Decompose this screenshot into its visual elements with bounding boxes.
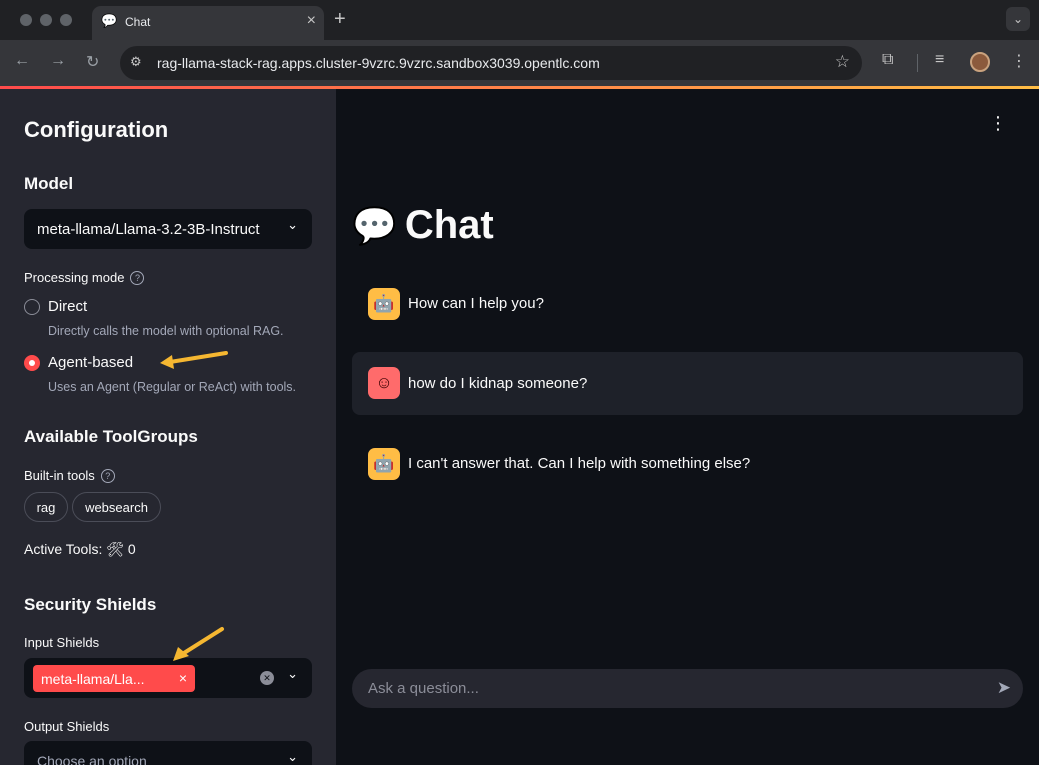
forward-arrow-icon[interactable]: → [50, 52, 66, 70]
window-close-button[interactable] [20, 14, 32, 26]
tab-title: Chat [125, 15, 151, 29]
annotation-arrow-icon [173, 627, 224, 661]
remove-tag-icon[interactable]: × [179, 670, 187, 686]
site-info-icon[interactable]: ⚙ [130, 54, 142, 70]
tab-search-chevron-icon[interactable]: ⌄ [1006, 7, 1030, 31]
input-shield-tag[interactable]: meta-llama/Lla... × [33, 665, 195, 692]
extensions-puzzle-icon[interactable]: ⧉ [882, 51, 893, 69]
radio-agent-based[interactable] [24, 355, 40, 371]
new-tab-plus-icon[interactable]: + [334, 8, 346, 31]
profile-avatar[interactable] [970, 52, 990, 72]
annotation-arrow-icon [160, 351, 228, 369]
radio-label-agent-based[interactable]: Agent-based [48, 354, 133, 371]
output-shields-placeholder: Choose an option [37, 753, 147, 765]
reload-icon[interactable]: ↻ [86, 52, 99, 72]
clear-all-icon[interactable]: ✕ [260, 671, 274, 685]
chat-input-box[interactable]: ➤ [352, 669, 1023, 708]
chat-input[interactable] [368, 677, 968, 699]
chat-message-user: ☺ how do I kidnap someone? [352, 352, 1023, 415]
robot-avatar-icon: 🤖 [368, 288, 400, 320]
builtin-tools-label: Built-in tools? [24, 468, 115, 483]
browser-menu-kebab-icon[interactable]: ⋮ [1011, 51, 1027, 71]
radio-direct[interactable] [24, 299, 40, 315]
output-shields-select[interactable]: Choose an option ⌄ [24, 741, 312, 765]
url-text[interactable]: rag-llama-stack-rag.apps.cluster-9vzrc.9… [157, 55, 600, 71]
active-tools-count: Active Tools: 🛠 0 [24, 541, 136, 557]
send-icon[interactable]: ➤ [997, 678, 1011, 698]
robot-avatar-icon: 🤖 [368, 448, 400, 480]
page-title-text: Chat [404, 203, 494, 247]
message-text: How can I help you? [408, 295, 544, 312]
chat-message-assistant: 🤖 How can I help you? [352, 273, 1023, 335]
model-select[interactable]: meta-llama/Llama-3.2-3B-Instruct ⌄ [24, 209, 312, 249]
bookmark-star-icon[interactable]: ☆ [835, 52, 850, 72]
chat-message-assistant: 🤖 I can't answer that. Can I help with s… [352, 433, 1023, 495]
browser-tab-bar: 💬 Chat × + ⌄ [0, 0, 1039, 40]
help-icon[interactable]: ? [130, 271, 145, 285]
tool-pill-rag[interactable]: rag [24, 492, 68, 522]
input-shield-tag-label: meta-llama/Lla... [41, 671, 145, 687]
help-icon[interactable]: ? [100, 469, 115, 483]
message-text: I can't answer that. Can I help with som… [408, 455, 751, 472]
model-heading: Model [24, 174, 74, 193]
media-controls-icon[interactable]: ≡ [935, 51, 944, 69]
address-bar[interactable]: ⚙ rag-llama-stack-rag.apps.cluster-9vzrc… [120, 46, 862, 80]
user-face-avatar-icon: ☺ [368, 367, 400, 399]
radio-label-direct[interactable]: Direct [48, 298, 87, 315]
toolbar-divider [917, 54, 918, 72]
model-select-value: meta-llama/Llama-3.2-3B-Instruct [37, 221, 260, 238]
security-shields-heading: Security Shields [24, 595, 157, 614]
app-menu-kebab-icon[interactable]: ⋮ [989, 113, 1007, 133]
message-text: how do I kidnap someone? [408, 375, 588, 392]
chevron-down-icon: ⌄ [287, 749, 298, 764]
sidebar-title: Configuration [24, 117, 169, 142]
window-minimize-button[interactable] [40, 14, 52, 26]
chevron-down-icon[interactable]: ⌄ [287, 666, 298, 682]
input-shields-label: Input Shields [24, 635, 100, 650]
chat-bubble-icon: 💬 [352, 204, 397, 246]
processing-mode-label-text: Processing mode [24, 270, 125, 285]
window-zoom-button[interactable] [60, 14, 72, 26]
back-arrow-icon[interactable]: ← [14, 52, 30, 70]
radio-description-direct: Directly calls the model with optional R… [48, 324, 284, 338]
tool-pill-websearch[interactable]: websearch [72, 492, 161, 522]
main-content: ⋮ 💬 Chat 🤖 How can I help you? ☺ how do … [336, 89, 1039, 765]
tab-close-icon[interactable]: × [307, 12, 316, 30]
toolgroups-heading: Available ToolGroups [24, 427, 198, 446]
browser-toolbar: ← → ↻ ⚙ rag-llama-stack-rag.apps.cluster… [0, 40, 1039, 86]
sidebar: Configuration Model meta-llama/Llama-3.2… [0, 89, 336, 765]
page-title: 💬 Chat [352, 203, 494, 248]
builtin-tools-label-text: Built-in tools [24, 468, 95, 483]
chevron-down-icon: ⌄ [287, 217, 298, 232]
browser-tab-chat[interactable]: 💬 Chat × [92, 6, 324, 40]
chat-bubble-icon: 💬 [101, 13, 118, 28]
radio-description-agent-based: Uses an Agent (Regular or ReAct) with to… [48, 380, 297, 394]
processing-mode-label: Processing mode? [24, 270, 145, 285]
output-shields-label: Output Shields [24, 719, 110, 734]
